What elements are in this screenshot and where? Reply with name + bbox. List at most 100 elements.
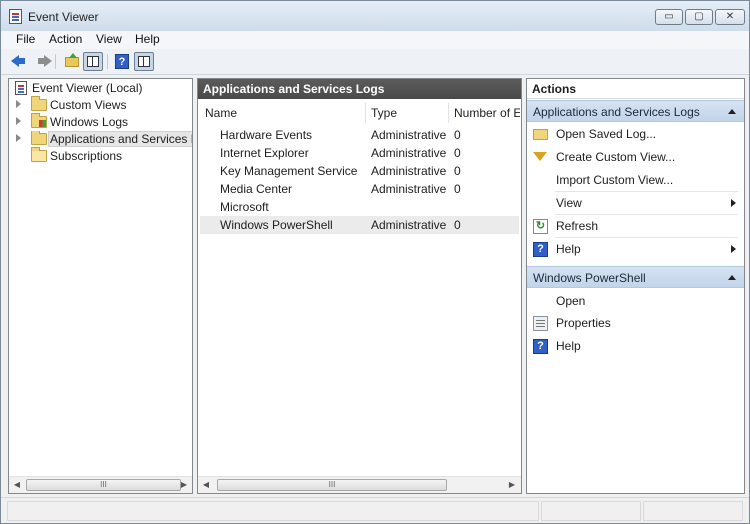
actions-section-header[interactable]: Windows PowerShell [527,266,744,288]
status-bar [1,497,749,523]
back-arrow-icon [11,55,25,67]
tree-item-custom-views[interactable]: Custom Views [9,96,192,114]
action-view[interactable]: View [527,192,744,215]
row-count: 0 [454,146,461,160]
expand-arrow-icon[interactable] [16,117,21,125]
show-hide-console-tree-button[interactable] [83,52,103,71]
console-tree-icon [87,56,99,67]
row-name: Microsoft [220,200,269,214]
row-type: Administrative [371,218,447,232]
tree-item-label: Applications and Services Lo [48,131,192,147]
action-label: Create Custom View... [556,150,676,164]
submenu-arrow-icon [731,245,736,253]
table-row[interactable]: Internet Explorer Administrative 0 [200,144,519,162]
folder-icon [31,96,47,111]
back-button[interactable] [9,52,29,71]
actions-section-header[interactable]: Applications and Services Logs [527,100,744,122]
actions-pane-title: Actions [527,79,744,99]
toolbar: ? [1,49,749,75]
open-folder-icon [533,129,548,140]
collapse-caret-icon[interactable] [728,109,736,114]
help-icon: ? [533,339,548,354]
action-open[interactable]: Open [527,290,744,313]
row-name: Media Center [220,182,293,196]
tree-item-label: Windows Logs [50,115,129,129]
submenu-arrow-icon [731,199,736,207]
table-row[interactable]: Media Center Administrative 0 [200,180,519,198]
title-bar: Event Viewer ▭ ▢ ✕ [1,1,749,31]
scroll-right-button[interactable]: ▶ [176,477,192,493]
column-divider[interactable] [448,103,449,123]
help-icon: ? [115,54,129,69]
tree-item-subscriptions[interactable]: Subscriptions [9,147,192,165]
action-label: Import Custom View... [556,173,674,187]
table-row[interactable]: Microsoft [200,198,519,216]
row-count: 0 [454,128,461,142]
action-open-saved-log[interactable]: Open Saved Log... [527,123,744,146]
expand-arrow-icon[interactable] [16,100,21,108]
action-properties[interactable]: Properties [527,312,744,335]
event-viewer-app-icon [9,9,22,24]
scroll-right-button[interactable]: ▶ [504,477,520,493]
scroll-thumb[interactable]: III [217,479,447,491]
section-title: Windows PowerShell [533,271,646,285]
row-type: Administrative [371,128,447,142]
tree-root[interactable]: Event Viewer (Local) [9,80,192,97]
expand-arrow-icon[interactable] [16,134,21,142]
tree-item-applications-and-services-logs[interactable]: Applications and Services Lo [9,131,192,148]
event-viewer-icon [15,81,27,95]
column-header-number-of-events[interactable]: Number of E [454,106,520,120]
action-create-custom-view[interactable]: Create Custom View... [527,146,744,169]
action-pane-icon [138,56,150,67]
status-segment [643,501,743,521]
scroll-left-button[interactable]: ◀ [9,477,25,493]
center-pane-title: Applications and Services Logs [198,79,521,99]
column-header-type[interactable]: Type [371,106,397,120]
tree-item-windows-logs[interactable]: Windows Logs [9,113,192,131]
action-label: Help [556,339,581,353]
properties-icon [533,316,548,331]
maximize-button[interactable]: ▢ [685,9,713,25]
collapse-caret-icon[interactable] [728,275,736,280]
action-refresh[interactable]: ↻ Refresh [527,215,744,238]
scroll-left-button[interactable]: ◀ [198,477,214,493]
minimize-button[interactable]: ▭ [655,9,683,25]
action-label: Refresh [556,219,599,233]
subscriptions-folder-icon [31,147,47,162]
log-list-pane: Applications and Services Logs Name Type… [197,78,522,494]
table-row[interactable]: Hardware Events Administrative 0 [200,126,519,144]
row-count: 0 [454,218,461,232]
help-button[interactable]: ? [112,52,132,71]
row-name: Key Management Service [220,164,358,178]
action-label: View [556,196,582,210]
action-help[interactable]: ? Help [527,238,744,261]
action-label: Properties [556,316,611,330]
scroll-thumb[interactable]: III [26,479,181,491]
tree-horizontal-scrollbar[interactable]: ◀ III ▶ [9,476,192,493]
forward-button[interactable] [32,52,52,71]
column-header-name[interactable]: Name [205,106,237,120]
menu-file[interactable]: File [16,32,35,46]
row-name: Hardware Events [220,128,313,142]
column-divider[interactable] [365,103,366,123]
tree-item-label: Subscriptions [50,149,123,163]
menu-help[interactable]: Help [135,32,160,46]
tree-item-label: Custom Views [50,98,127,112]
table-row-selected[interactable]: Windows PowerShell Administrative 0 [200,216,519,234]
row-name: Windows PowerShell [220,218,333,232]
action-label: Help [556,242,581,256]
close-button[interactable]: ✕ [715,9,745,25]
menu-bar: File Action View Help [1,31,749,49]
action-import-custom-view[interactable]: Import Custom View... [527,169,744,192]
table-row[interactable]: Key Management Service Administrative 0 [200,162,519,180]
action-help-powershell[interactable]: ? Help [527,335,744,358]
actions-pane: Actions Applications and Services Logs O… [526,78,745,494]
window-title: Event Viewer [28,10,99,24]
menu-view[interactable]: View [96,32,122,46]
list-horizontal-scrollbar[interactable]: ◀ III ▶ [198,476,521,493]
up-one-level-button[interactable] [62,52,82,71]
show-hide-action-pane-button[interactable] [134,52,154,71]
status-segment [7,501,539,521]
row-count: 0 [454,164,461,178]
menu-action[interactable]: Action [49,32,82,46]
